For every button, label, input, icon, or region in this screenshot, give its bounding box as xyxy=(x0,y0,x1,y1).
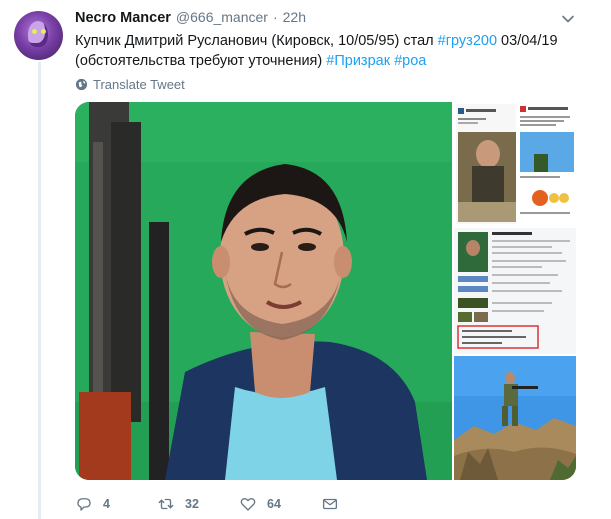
avatar[interactable] xyxy=(14,11,63,60)
separator-dot: · xyxy=(272,9,278,25)
tweet-text: Купчик Дмитрий Русланович (Кировск, 10/0… xyxy=(75,31,575,71)
author-handle[interactable]: @666_mancer xyxy=(176,9,268,25)
profile-screenshot-illustration xyxy=(454,102,576,226)
retweet-count: 32 xyxy=(185,497,199,511)
envelope-icon xyxy=(322,498,338,510)
heart-icon xyxy=(240,497,256,511)
retweet-icon xyxy=(158,498,174,510)
hashtag-link[interactable]: #Призрак xyxy=(326,53,390,69)
hashtag-link[interactable]: #груз200 xyxy=(438,33,497,49)
tweet-text-segment: Купчик Дмитрий Русланович (Кировск, 10/0… xyxy=(75,33,438,49)
chevron-down-icon[interactable] xyxy=(561,12,575,26)
globe-icon xyxy=(75,78,88,90)
info-screenshot-illustration xyxy=(454,228,576,354)
direct-message-button[interactable] xyxy=(321,495,403,513)
translate-tweet-link[interactable]: Translate Tweet xyxy=(75,76,185,92)
author-name[interactable]: Necro Mancer xyxy=(75,10,171,26)
retweet-button[interactable]: 32 xyxy=(157,495,239,513)
thread-line xyxy=(38,62,41,519)
reply-button[interactable]: 4 xyxy=(75,495,157,513)
hashtag-link[interactable]: #роа xyxy=(394,53,426,69)
avatar-eye xyxy=(41,29,46,34)
avatar-eye xyxy=(32,29,37,34)
reply-icon xyxy=(77,498,91,511)
soldier-rocks-illustration xyxy=(454,356,576,480)
tweet-actions: 4 32 64 xyxy=(75,494,403,514)
photo-soldier-rocks[interactable] xyxy=(454,356,576,480)
like-button[interactable]: 64 xyxy=(239,495,321,513)
media-grid xyxy=(75,102,576,480)
portrait-illustration xyxy=(75,102,452,480)
reply-count: 4 xyxy=(103,497,110,511)
timestamp[interactable]: 22h xyxy=(283,9,306,25)
photo-profile-screenshot[interactable] xyxy=(454,102,576,226)
translate-label: Translate Tweet xyxy=(93,76,185,92)
like-count: 64 xyxy=(267,497,281,511)
photo-info-screenshot[interactable] xyxy=(454,228,576,354)
tweet-header: Necro Mancer @666_mancer · 22h xyxy=(75,9,575,29)
photo-portrait[interactable] xyxy=(75,102,452,480)
